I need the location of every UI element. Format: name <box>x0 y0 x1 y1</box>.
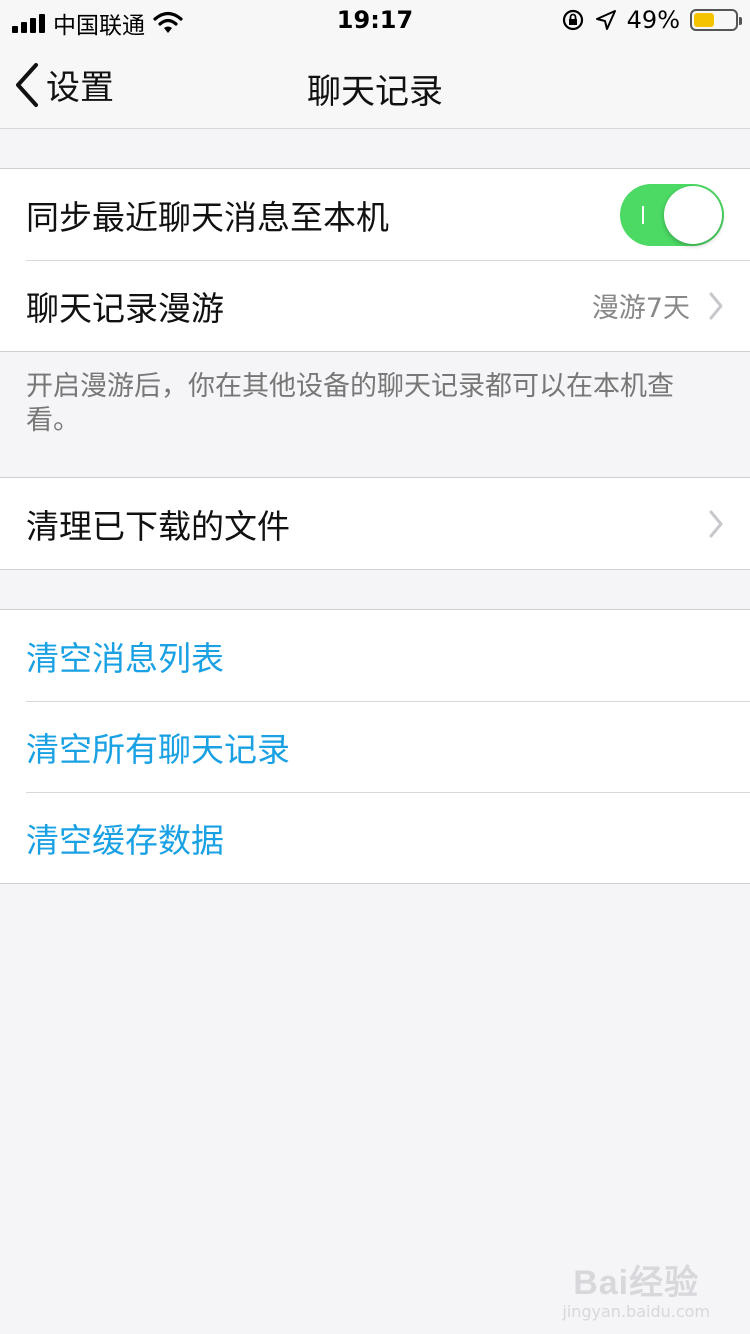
navigation-bar: 设置 聊天记录 <box>0 40 750 129</box>
clear-data-group: 清空消息列表 清空所有聊天记录 清空缓存数据 <box>0 609 750 884</box>
sync-toggle-container <box>620 169 724 260</box>
sync-recent-messages-label: 同步最近聊天消息至本机 <box>26 197 389 237</box>
clear-cache-row[interactable]: 清空缓存数据 <box>0 792 750 883</box>
toggle-on-mark <box>642 205 644 224</box>
location-icon <box>595 10 616 30</box>
clear-cache-button[interactable]: 清空缓存数据 <box>26 814 224 862</box>
status-bar: 中国联通 19:17 49% <box>0 0 750 40</box>
battery-level <box>694 13 714 27</box>
clear-message-list-row[interactable]: 清空消息列表 <box>0 610 750 701</box>
chat-roaming-detail: 漫游7天 <box>592 260 724 351</box>
status-right: 49% <box>561 6 742 34</box>
sync-recent-messages-row: 同步最近聊天消息至本机 <box>0 169 750 260</box>
battery-icon <box>690 9 742 31</box>
watermark-url: jingyan.baidu.com <box>562 1302 710 1321</box>
files-group: 清理已下载的文件 <box>0 477 750 570</box>
chat-roaming-value: 漫游7天 <box>591 293 690 324</box>
orientation-lock-icon <box>562 9 583 31</box>
clear-all-chats-row[interactable]: 清空所有聊天记录 <box>0 701 750 792</box>
chevron-right-icon <box>709 510 723 537</box>
clear-all-chats-button[interactable]: 清空所有聊天记录 <box>26 723 290 771</box>
chevron-right-icon <box>709 292 723 319</box>
sync-toggle[interactable] <box>620 183 724 246</box>
watermark-logo: Bai经验 <box>573 1264 700 1302</box>
roaming-footnote: 开启漫游后，你在其他设备的聊天记录都可以在本机查看。 <box>26 371 674 436</box>
clean-downloaded-files-label: 清理已下载的文件 <box>26 506 290 546</box>
clear-message-list-button[interactable]: 清空消息列表 <box>26 632 224 680</box>
page-title: 聊天记录 <box>307 72 443 112</box>
chat-roaming-label: 聊天记录漫游 <box>26 288 224 328</box>
baidu-jingyan-watermark: Bai经验 jingyan.baidu.com <box>562 1255 710 1321</box>
clean-downloaded-files-row[interactable]: 清理已下载的文件 <box>0 478 750 569</box>
clean-files-detail <box>708 478 724 569</box>
chat-roaming-row[interactable]: 聊天记录漫游 漫游7天 <box>0 260 750 351</box>
battery-percent: 49% <box>626 6 680 34</box>
sync-settings-group: 同步最近聊天消息至本机 聊天记录漫游 漫游7天 <box>0 168 750 352</box>
toggle-knob <box>664 185 722 244</box>
